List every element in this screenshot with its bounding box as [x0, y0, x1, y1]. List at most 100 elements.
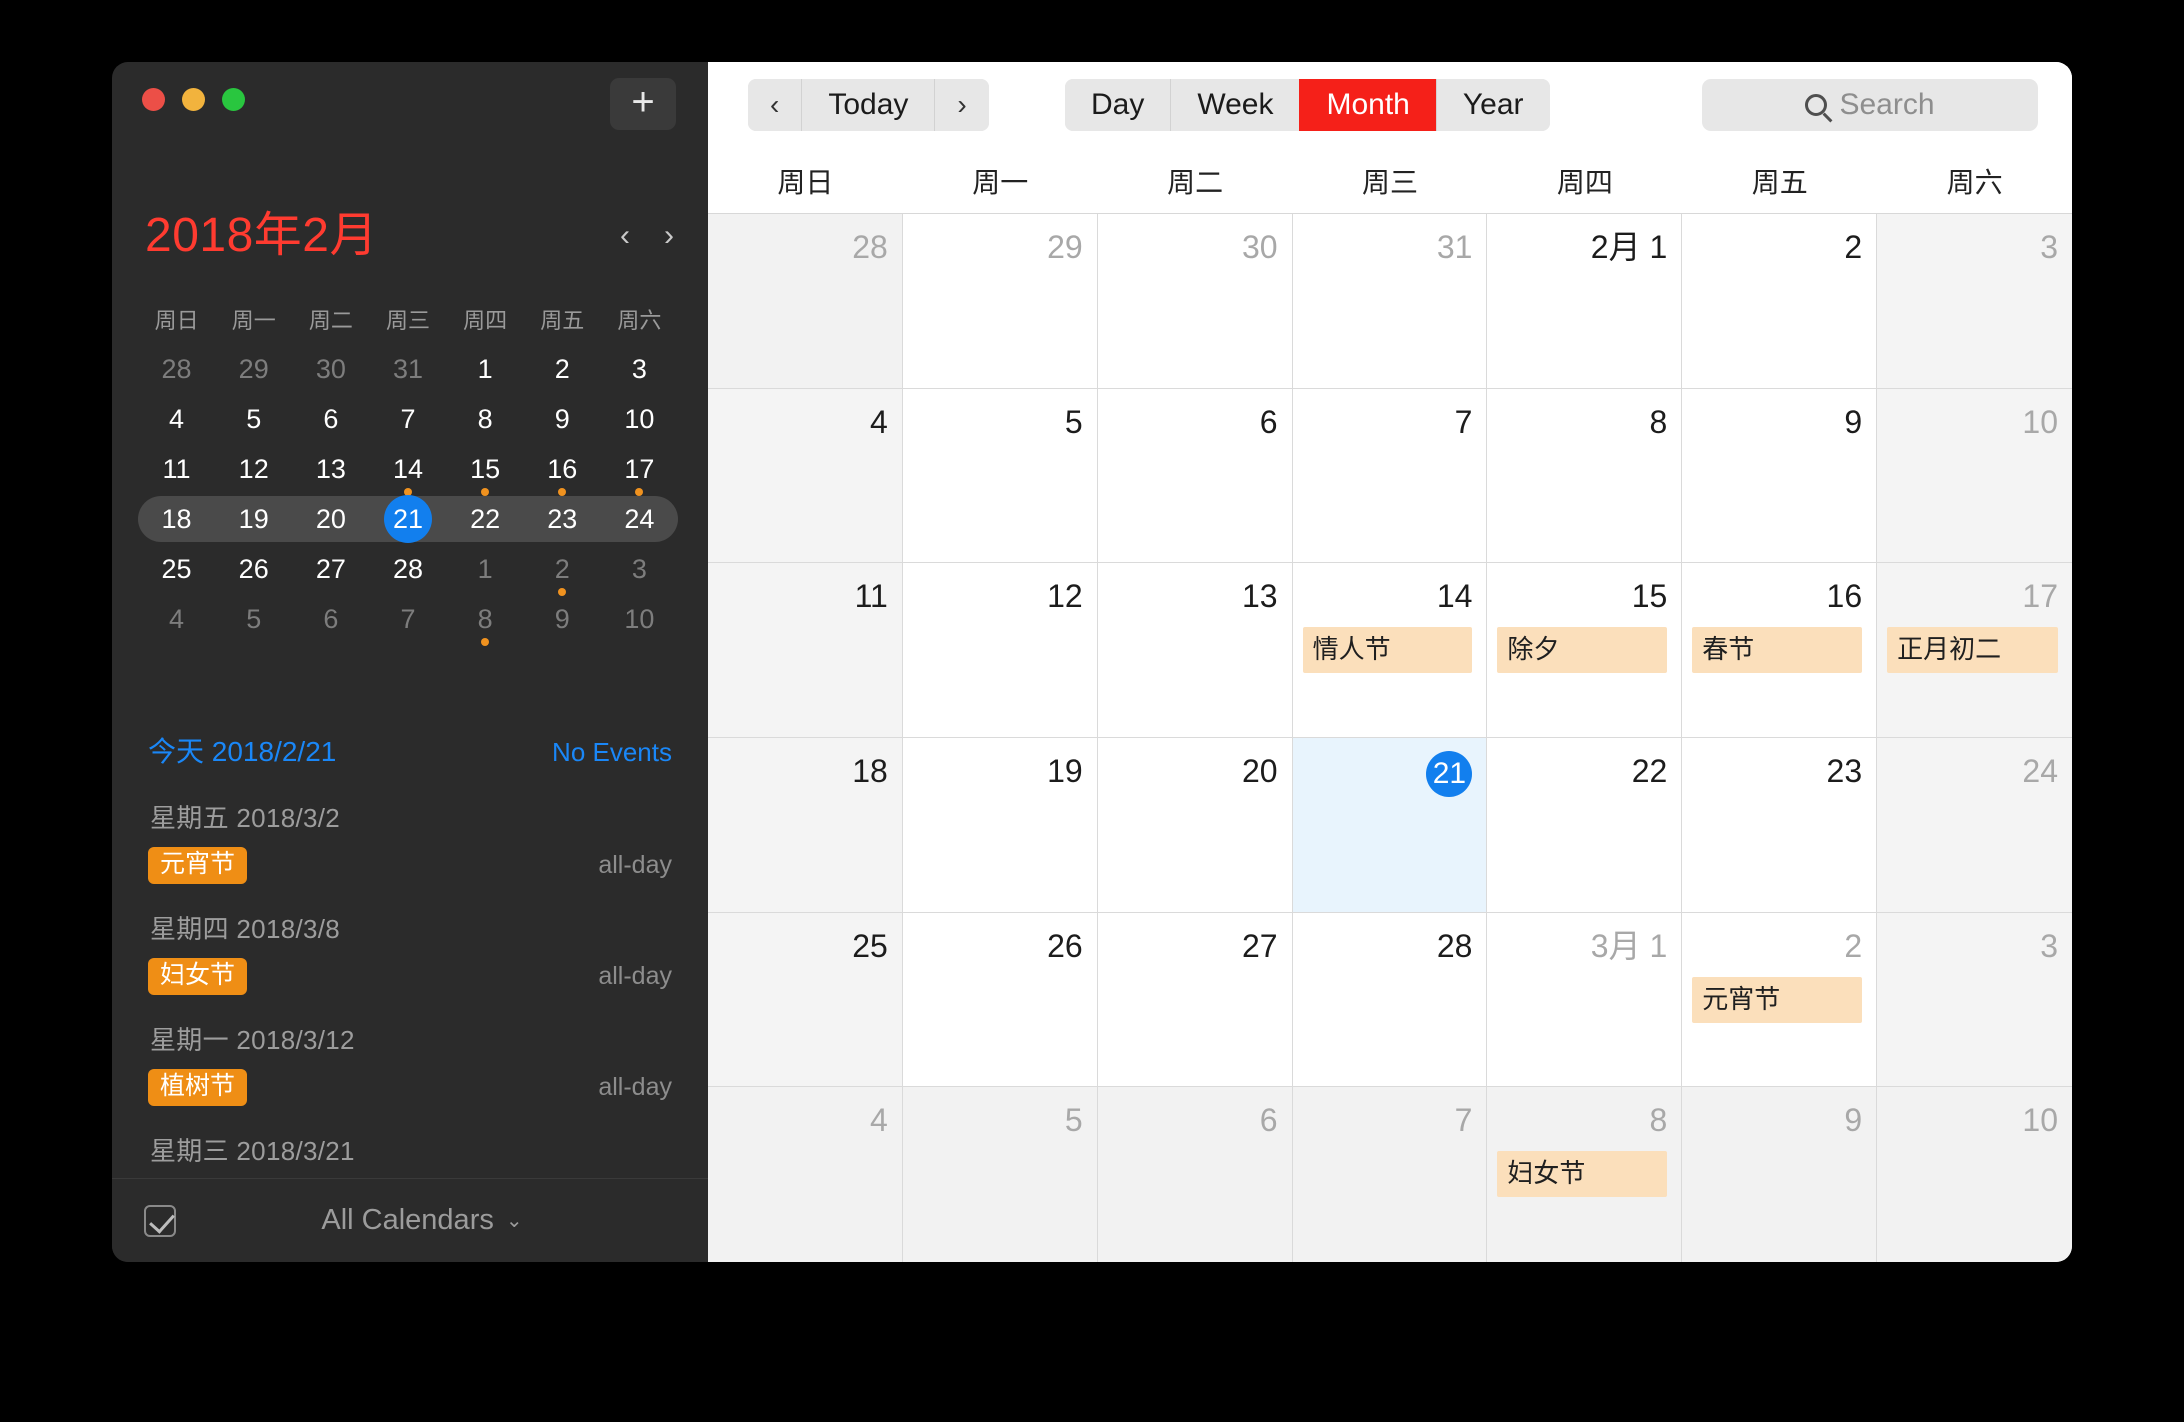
- mini-day-cell[interactable]: 25: [138, 544, 215, 594]
- event-chip[interactable]: 妇女节: [1497, 1151, 1668, 1198]
- day-cell[interactable]: 6: [1097, 1087, 1293, 1262]
- mini-day-cell[interactable]: 1: [447, 344, 524, 394]
- day-cell[interactable]: 19: [902, 738, 1098, 912]
- list-item[interactable]: 植树节 all-day: [148, 1065, 672, 1109]
- tab-year[interactable]: Year: [1435, 79, 1550, 131]
- day-cell[interactable]: 28: [708, 214, 903, 388]
- event-chip[interactable]: 情人节: [1302, 627, 1473, 674]
- event-chip[interactable]: 除夕: [1497, 627, 1668, 674]
- mini-day-cell[interactable]: 28: [369, 544, 446, 594]
- day-cell[interactable]: 8 妇女节: [1487, 1087, 1683, 1262]
- day-cell[interactable]: 6: [1097, 388, 1293, 563]
- mini-day-cell[interactable]: 22: [447, 494, 524, 544]
- day-cell[interactable]: 26: [902, 912, 1098, 1087]
- day-cell[interactable]: 20: [1097, 738, 1293, 912]
- mini-day-cell[interactable]: 13: [292, 444, 369, 494]
- day-cell[interactable]: 9: [1682, 388, 1878, 563]
- mini-day-cell[interactable]: 2: [524, 544, 601, 596]
- chevron-right-icon[interactable]: ›: [664, 219, 674, 253]
- mini-day-cell[interactable]: 21: [369, 494, 446, 544]
- tab-week[interactable]: Week: [1170, 79, 1300, 131]
- day-cell[interactable]: 3月 1: [1487, 912, 1683, 1087]
- mini-day-cell[interactable]: 4: [138, 594, 215, 644]
- mini-day-cell[interactable]: 7: [369, 594, 446, 644]
- zoom-button[interactable]: [222, 88, 245, 111]
- day-cell[interactable]: 2 元宵节: [1682, 912, 1878, 1087]
- day-cell[interactable]: 4: [708, 388, 903, 563]
- day-cell[interactable]: 30: [1097, 214, 1293, 388]
- mini-day-cell[interactable]: 29: [215, 344, 292, 394]
- mini-day-cell[interactable]: 19: [215, 494, 292, 544]
- day-cell[interactable]: 5: [902, 1087, 1098, 1262]
- tab-month[interactable]: Month: [1299, 79, 1436, 131]
- add-event-button[interactable]: +: [610, 78, 676, 130]
- mini-day-cell[interactable]: 27: [292, 544, 369, 594]
- mini-day-cell[interactable]: 7: [369, 394, 446, 444]
- prev-period-button[interactable]: ‹: [748, 79, 802, 131]
- all-calendars-dropdown[interactable]: All Calendars ⌄: [321, 1204, 562, 1237]
- mini-day-cell[interactable]: 15: [447, 444, 524, 496]
- day-cell[interactable]: 25: [708, 912, 903, 1087]
- day-cell[interactable]: 21: [1292, 738, 1488, 912]
- tab-day[interactable]: Day: [1064, 79, 1171, 131]
- day-cell[interactable]: 2月 1: [1487, 214, 1683, 388]
- event-chip[interactable]: 元宵节: [1692, 976, 1863, 1023]
- mini-day-cell[interactable]: 10: [601, 594, 678, 644]
- day-cell[interactable]: 14 情人节: [1292, 563, 1488, 737]
- search-field[interactable]: Search: [1702, 79, 2038, 131]
- day-cell[interactable]: 31: [1292, 214, 1488, 388]
- day-cell[interactable]: 12: [902, 563, 1098, 737]
- day-cell[interactable]: 16 春节: [1682, 563, 1878, 737]
- list-item[interactable]: 元宵节 all-day: [148, 843, 672, 887]
- day-cell[interactable]: 9: [1682, 1087, 1878, 1262]
- mini-day-cell[interactable]: 23: [524, 494, 601, 544]
- mini-day-cell[interactable]: 11: [138, 444, 215, 494]
- mini-day-cell[interactable]: 26: [215, 544, 292, 594]
- next-period-button[interactable]: ›: [934, 79, 989, 131]
- calendars-checkbox[interactable]: [144, 1204, 176, 1237]
- mini-day-cell[interactable]: 20: [292, 494, 369, 544]
- day-cell[interactable]: 8: [1487, 388, 1683, 563]
- day-cell[interactable]: 13: [1097, 563, 1293, 737]
- chevron-left-icon[interactable]: ‹: [620, 219, 630, 253]
- mini-day-cell[interactable]: 8: [447, 394, 524, 444]
- today-button[interactable]: Today: [801, 79, 935, 131]
- day-cell[interactable]: 29: [902, 214, 1098, 388]
- day-cell[interactable]: 11: [708, 563, 903, 737]
- day-cell[interactable]: 3: [1877, 912, 2072, 1087]
- day-cell[interactable]: 10: [1877, 388, 2072, 563]
- day-cell[interactable]: 18: [708, 738, 903, 912]
- close-button[interactable]: [142, 88, 165, 111]
- day-cell[interactable]: 3: [1877, 214, 2072, 388]
- day-cell[interactable]: 4: [708, 1087, 903, 1262]
- mini-day-cell[interactable]: 30: [292, 344, 369, 394]
- day-cell[interactable]: 28: [1292, 912, 1488, 1087]
- day-cell[interactable]: 15 除夕: [1487, 563, 1683, 737]
- mini-day-cell[interactable]: 4: [138, 394, 215, 444]
- mini-day-cell[interactable]: 9: [524, 394, 601, 444]
- mini-day-cell[interactable]: 6: [292, 594, 369, 644]
- day-cell[interactable]: 7: [1292, 388, 1488, 563]
- mini-day-cell[interactable]: 18: [138, 494, 215, 544]
- day-cell[interactable]: 24: [1877, 738, 2072, 912]
- mini-day-cell[interactable]: 5: [215, 394, 292, 444]
- day-cell[interactable]: 17 正月初二: [1877, 563, 2072, 737]
- event-chip[interactable]: 正月初二: [1887, 627, 2058, 674]
- mini-day-cell[interactable]: 3: [601, 544, 678, 594]
- day-cell[interactable]: 5: [902, 388, 1098, 563]
- mini-day-cell[interactable]: 28: [138, 344, 215, 394]
- mini-day-cell[interactable]: 12: [215, 444, 292, 494]
- mini-day-cell[interactable]: 31: [369, 344, 446, 394]
- mini-day-cell[interactable]: 14: [369, 444, 446, 496]
- day-cell[interactable]: 22: [1487, 738, 1683, 912]
- mini-day-cell[interactable]: 6: [292, 394, 369, 444]
- mini-day-cell[interactable]: 5: [215, 594, 292, 644]
- mini-day-cell[interactable]: 24: [601, 494, 678, 544]
- mini-day-cell[interactable]: 9: [524, 594, 601, 644]
- day-cell[interactable]: 2: [1682, 214, 1878, 388]
- upcoming-events-list[interactable]: 星期五 2018/3/2 元宵节 all-day 星期四 2018/3/8 妇女节 all…: [148, 782, 672, 1166]
- minimize-button[interactable]: [182, 88, 205, 111]
- day-cell[interactable]: 7: [1292, 1087, 1488, 1262]
- list-item[interactable]: 妇女节 all-day: [148, 954, 672, 998]
- mini-day-cell[interactable]: 1: [447, 544, 524, 594]
